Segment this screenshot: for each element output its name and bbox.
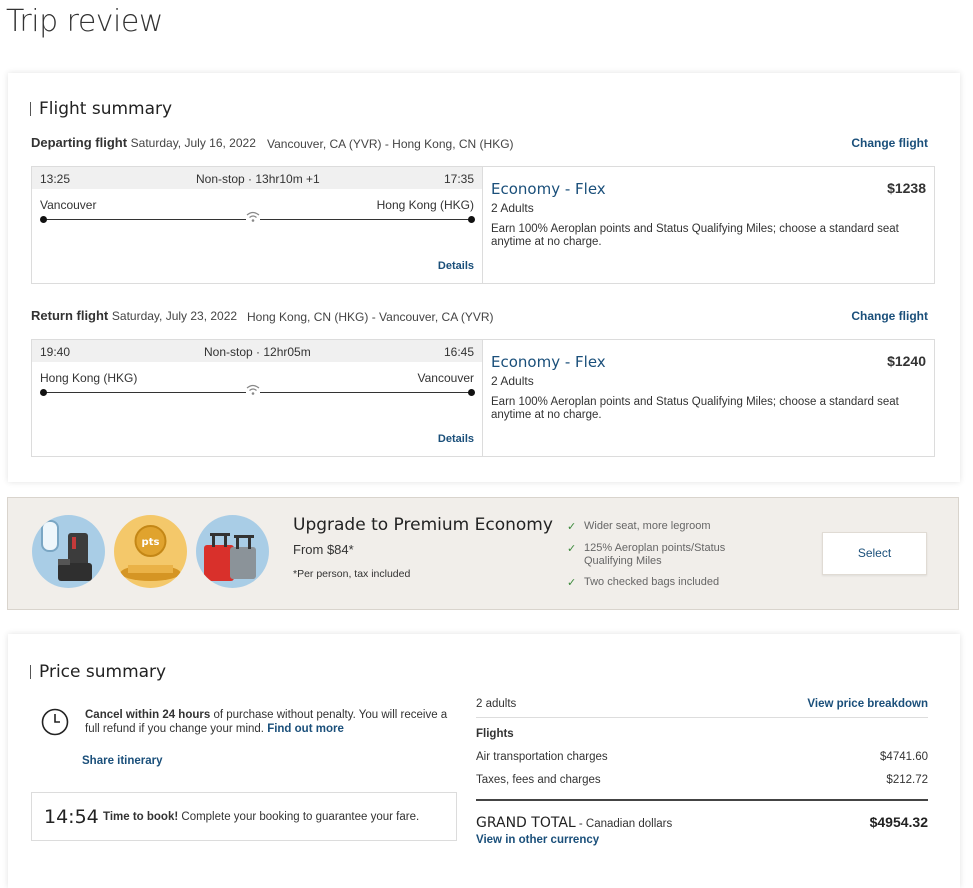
- booking-timer: 14:54: [44, 806, 99, 828]
- departing-arrive-time: 17:35: [443, 172, 474, 186]
- check-icon: ✓: [567, 543, 577, 555]
- change-departing-flight-link[interactable]: Change flight: [851, 136, 928, 150]
- departing-flight-label: Departing flight: [31, 135, 128, 150]
- cancel-policy-text: Cancel within 24 hours of purchase witho…: [85, 709, 448, 735]
- grand-total-currency: - Canadian dollars: [575, 818, 673, 830]
- find-out-more-link[interactable]: Find out more: [267, 723, 344, 735]
- clock-icon: [41, 708, 69, 736]
- departing-flight-box: 13:25 Non-stop · 13hr10m +1 17:35 Vancou…: [31, 166, 935, 284]
- booking-timer-box: 14:54 Time to book! Complete your bookin…: [31, 792, 457, 841]
- view-other-currency-link[interactable]: View in other currency: [476, 834, 928, 846]
- departing-flight-header: Departing flight Saturday, July 16, 2022: [31, 135, 256, 150]
- upgrade-from-price: From $84*: [293, 542, 354, 557]
- origin-dot: [40, 389, 47, 396]
- premium-seat-icon: [32, 515, 105, 588]
- check-icon: ✓: [567, 577, 577, 589]
- air-charges-value: $4741.60: [880, 751, 928, 763]
- return-flight-box: 19:40 Non-stop · 12hr05m 16:45 Hong Kong…: [31, 339, 935, 457]
- total-divider: [476, 799, 928, 801]
- destination-dot: [468, 389, 475, 396]
- passenger-count-row: 2 adults View price breakdown: [476, 698, 928, 710]
- taxes-row: Taxes, fees and charges $212.72: [476, 774, 928, 786]
- departing-flight-date: Saturday, July 16, 2022: [130, 136, 256, 150]
- departing-itinerary: 13:25 Non-stop · 13hr10m +1 17:35 Vancou…: [32, 167, 483, 283]
- grand-total-value: $4954.32: [869, 814, 928, 830]
- return-details-link[interactable]: Details: [438, 433, 474, 445]
- return-fare: Economy - Flex $1240 2 Adults Earn 100% …: [483, 340, 935, 456]
- baggage-icon: [196, 515, 269, 588]
- flight-summary-heading: Flight summary: [30, 99, 172, 119]
- return-times-bar: 19:40 Non-stop · 12hr05m 16:45: [32, 340, 482, 362]
- price-summary-heading: Price summary: [30, 662, 166, 682]
- return-to-city: Vancouver: [417, 371, 474, 385]
- return-flight-route: Hong Kong, CN (HKG) - Vancouver, CA (YVR…: [247, 310, 494, 324]
- upgrade-benefit: ✓ Wider seat, more legroom: [567, 520, 711, 533]
- grand-total-row: GRAND TOTAL - Canadian dollars $4954.32: [476, 814, 928, 832]
- view-price-breakdown-link[interactable]: View price breakdown: [807, 698, 928, 710]
- return-flight-date: Saturday, July 23, 2022: [111, 309, 238, 323]
- page-title: Trip review: [6, 4, 163, 39]
- return-fare-price: $1240: [887, 353, 926, 369]
- upgrade-benefit: ✓ 125% Aeroplan points/Status Qualifying…: [567, 542, 726, 567]
- departing-fare-description: Earn 100% Aeroplan points and Status Qua…: [491, 223, 899, 248]
- return-passengers: 2 Adults: [491, 374, 534, 388]
- return-fare-description: Earn 100% Aeroplan points and Status Qua…: [491, 396, 899, 421]
- share-itinerary-link[interactable]: Share itinerary: [82, 755, 163, 767]
- passenger-count: 2 adults: [476, 698, 517, 710]
- price-summary-card: Price summary Cancel within 24 hours of …: [8, 634, 960, 888]
- return-duration: Non-stop · 12hr05m: [204, 345, 311, 359]
- return-from-city: Hong Kong (HKG): [40, 371, 138, 385]
- taxes-label: Taxes, fees and charges: [476, 774, 601, 786]
- grand-total-label: GRAND TOTAL: [476, 815, 576, 831]
- departing-fare-name: Economy - Flex: [491, 180, 606, 198]
- departing-duration: Non-stop · 13hr10m +1: [196, 172, 320, 186]
- flights-label: Flights: [476, 728, 514, 740]
- points-icon: pts: [114, 515, 187, 588]
- upgrade-banner: pts Upgrade to Premium Economy From $84*…: [7, 497, 959, 610]
- points-badge-text: pts: [142, 537, 160, 548]
- return-arrive-time: 16:45: [443, 345, 474, 359]
- divider: [476, 717, 928, 718]
- destination-dot: [468, 216, 475, 223]
- change-return-flight-link[interactable]: Change flight: [851, 309, 928, 323]
- departing-passengers: 2 Adults: [491, 201, 534, 215]
- air-charges-label: Air transportation charges: [476, 751, 608, 763]
- wifi-icon: [246, 211, 260, 223]
- return-depart-time: 19:40: [40, 345, 71, 359]
- departing-from-city: Vancouver: [40, 198, 97, 212]
- return-fare-name: Economy - Flex: [491, 353, 606, 371]
- departing-fare: Economy - Flex $1238 2 Adults Earn 100% …: [483, 167, 935, 283]
- departing-to-city: Hong Kong (HKG): [376, 198, 474, 212]
- taxes-value: $212.72: [886, 774, 928, 786]
- upgrade-select-button[interactable]: Select: [822, 532, 927, 575]
- wifi-icon: [246, 384, 260, 396]
- check-icon: ✓: [567, 521, 577, 533]
- departing-flight-route: Vancouver, CA (YVR) - Hong Kong, CN (HKG…: [267, 137, 514, 151]
- upgrade-note: *Per person, tax included: [293, 568, 411, 580]
- return-itinerary: 19:40 Non-stop · 12hr05m 16:45 Hong Kong…: [32, 340, 483, 456]
- departing-fare-price: $1238: [887, 180, 926, 196]
- return-flight-label: Return flight: [31, 308, 109, 323]
- air-charges-row: Air transportation charges $4741.60: [476, 751, 928, 763]
- flight-summary-card: Flight summary Departing flight Saturday…: [8, 73, 960, 482]
- return-flight-header: Return flight Saturday, July 23, 2022: [31, 308, 237, 323]
- departing-depart-time: 13:25: [40, 172, 71, 186]
- departing-details-link[interactable]: Details: [438, 260, 474, 272]
- departing-times-bar: 13:25 Non-stop · 13hr10m +1 17:35: [32, 167, 482, 189]
- origin-dot: [40, 216, 47, 223]
- upgrade-benefit: ✓ Two checked bags included: [567, 576, 720, 589]
- upgrade-title: Upgrade to Premium Economy: [293, 515, 553, 535]
- booking-timer-text: Time to book! Complete your booking to g…: [103, 811, 420, 823]
